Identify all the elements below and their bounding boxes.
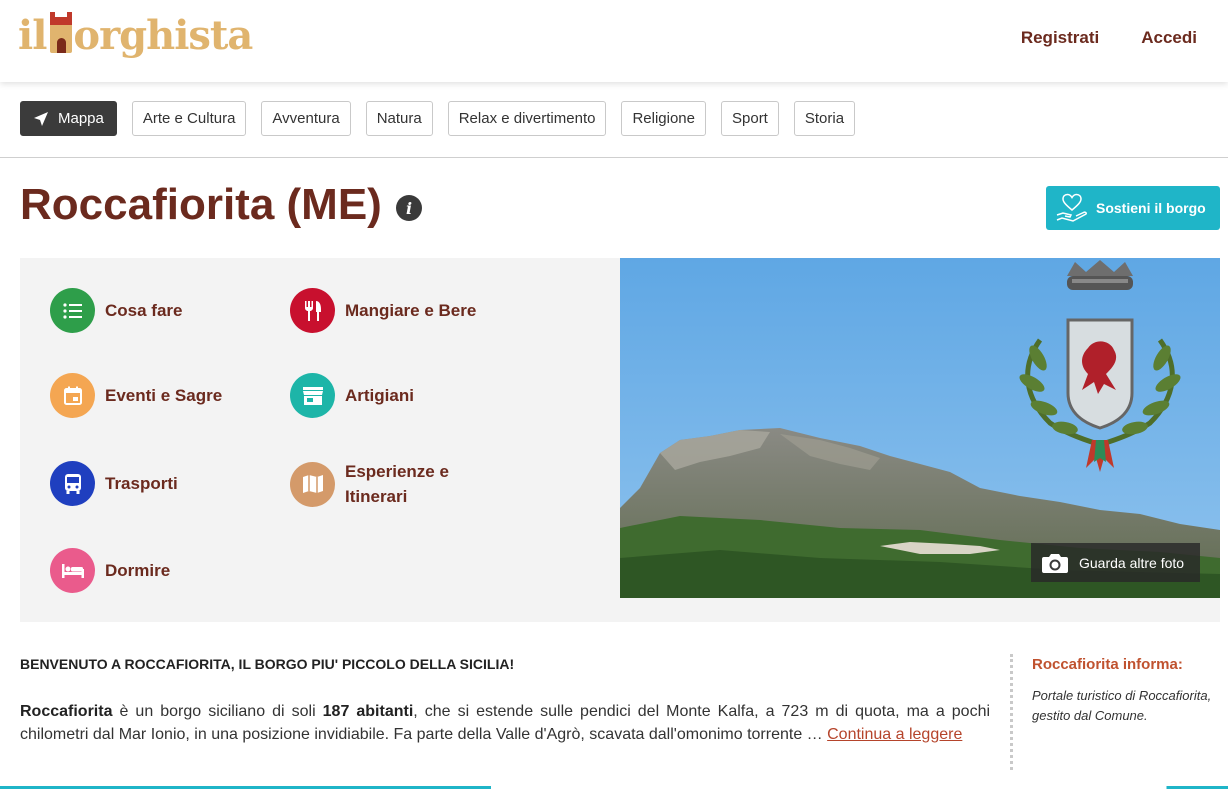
category-bar: Mappa Arte e Cultura Avventura Natura Re… <box>20 101 856 136</box>
service-label: Trasporti <box>105 474 178 493</box>
more-photos-label: Guarda altre foto <box>1079 554 1185 571</box>
bus-icon <box>50 461 95 506</box>
logo-text-prefix: il <box>18 12 47 59</box>
list-icon <box>50 288 95 333</box>
intro-heading: BENVENUTO A ROCCAFIORITA, IL BORGO PIU' … <box>20 656 515 672</box>
fork-knife-icon <box>290 288 335 333</box>
register-link[interactable]: Registrati <box>1021 28 1099 48</box>
calendar-icon <box>50 373 95 418</box>
map-icon <box>290 461 335 507</box>
intro-paragraph: Roccafiorita è un borgo siciliano di sol… <box>20 700 990 746</box>
info-icon[interactable]: i <box>396 195 422 221</box>
service-dormire[interactable]: Dormire <box>50 548 170 593</box>
category-avventura[interactable]: Avventura <box>261 101 351 136</box>
category-sport[interactable]: Sport <box>721 101 779 136</box>
service-cosa-fare[interactable]: Cosa fare <box>50 288 182 333</box>
site-header: il orghista Registrati Accedi <box>0 0 1228 82</box>
category-religione[interactable]: Religione <box>621 101 706 136</box>
service-label: Mangiare e Bere <box>345 301 477 320</box>
intro-text: è un borgo siciliano di soli <box>112 703 323 720</box>
intro-inhabitants: 187 abitanti <box>322 703 414 720</box>
category-map-button[interactable]: Mappa <box>20 101 117 136</box>
read-more-link[interactable]: Continua a leggere <box>827 726 962 743</box>
login-link[interactable]: Accedi <box>1141 28 1197 48</box>
service-label: Cosa fare <box>105 301 183 320</box>
shop-icon <box>290 373 335 418</box>
sidebar-separator <box>1010 654 1013 770</box>
service-label: Dormire <box>105 561 171 580</box>
tower-icon <box>50 12 73 53</box>
category-arte-cultura[interactable]: Arte e Cultura <box>131 101 247 136</box>
intro-name: Roccafiorita <box>20 703 113 720</box>
bed-icon <box>50 548 95 593</box>
service-esperienze-itinerari[interactable]: Esperienze e Itinerari <box>290 459 449 509</box>
service-label: Artigiani <box>345 386 414 405</box>
logo[interactable]: il orghista <box>18 12 253 59</box>
support-button-label: Sostieni il borgo <box>1096 200 1206 216</box>
heart-hand-icon <box>1056 193 1087 222</box>
service-label-line: Esperienze e <box>345 462 449 481</box>
divider <box>0 157 1228 158</box>
more-photos-button[interactable]: Guarda altre foto <box>1031 543 1200 582</box>
page-title: Roccafiorita (ME) <box>20 180 382 229</box>
service-trasporti[interactable]: Trasporti <box>50 461 178 506</box>
service-eventi-sagre[interactable]: Eventi e Sagre <box>50 373 222 418</box>
service-mangiare-bere[interactable]: Mangiare e Bere <box>290 288 476 333</box>
support-borgo-button[interactable]: Sostieni il borgo <box>1046 186 1220 230</box>
navigation-arrow-icon <box>34 111 48 126</box>
service-artigiani[interactable]: Artigiani <box>290 373 414 418</box>
logo-text-suffix: orghista <box>73 12 253 59</box>
category-storia[interactable]: Storia <box>793 101 856 136</box>
service-label-line: Itinerari <box>345 487 408 506</box>
service-label: Eventi e Sagre <box>105 386 223 405</box>
sidebar-heading: Roccafiorita informa: <box>1032 656 1183 673</box>
camera-icon <box>1042 553 1068 573</box>
header-nav: Registrati Accedi <box>1021 28 1197 48</box>
category-label: Mappa <box>58 110 104 127</box>
category-natura[interactable]: Natura <box>365 101 433 136</box>
service-label: Esperienze e Itinerari <box>345 459 449 509</box>
sidebar-text: Portale turistico di Roccafiorita, gesti… <box>1032 688 1212 723</box>
category-relax[interactable]: Relax e divertimento <box>447 101 607 136</box>
